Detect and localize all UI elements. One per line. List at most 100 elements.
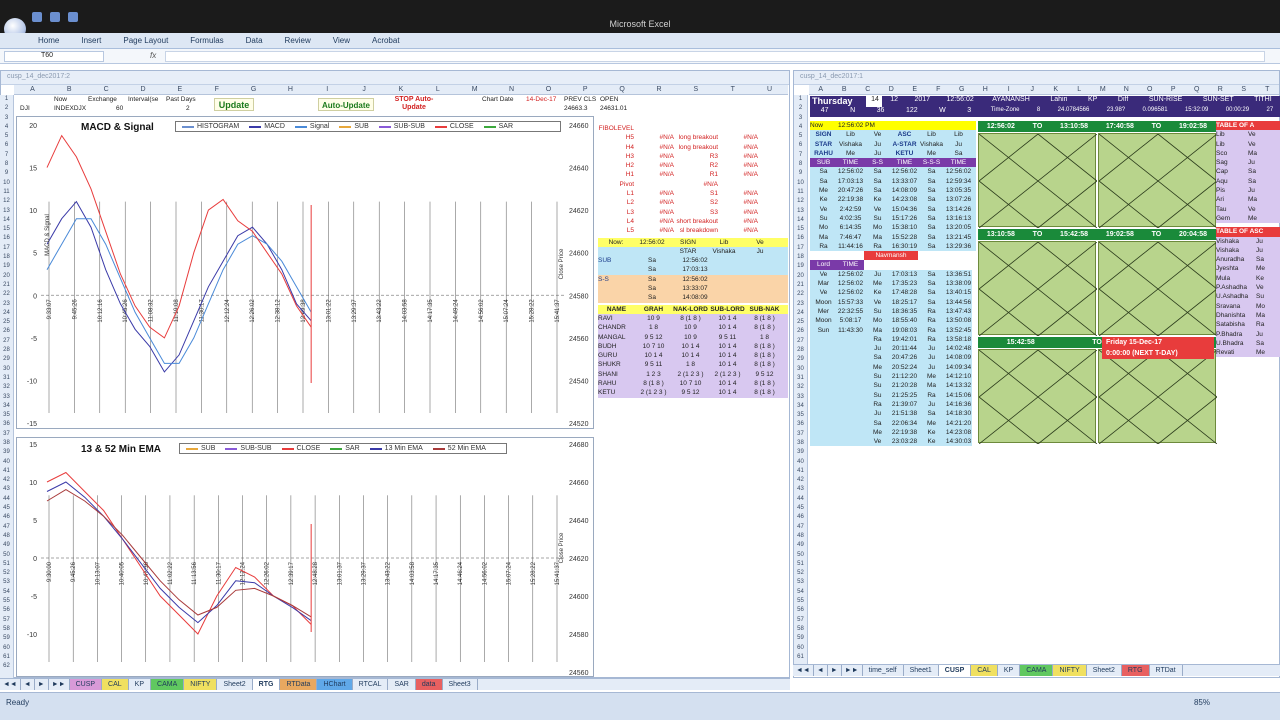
row-header[interactable]: 16 <box>0 234 13 243</box>
sub-block-cell[interactable]: 13:07:26 <box>945 195 972 204</box>
column-header[interactable]: K <box>1044 86 1068 93</box>
pivot-desc[interactable] <box>674 124 718 133</box>
asc-lord[interactable]: Sa <box>1248 177 1280 186</box>
lord-cell[interactable]: Ju <box>864 344 891 354</box>
row-header[interactable]: 13 <box>794 207 807 216</box>
column-header[interactable]: F <box>927 86 951 93</box>
asc-lord[interactable]: Ve <box>1248 140 1280 149</box>
sub-block-cell[interactable]: 11:44:16 <box>837 242 864 251</box>
sub-block-cell[interactable]: 13:20:05 <box>945 223 972 232</box>
sub-block-cell[interactable]: 14:08:09 <box>891 186 918 195</box>
now-cell[interactable]: Lib <box>706 238 742 247</box>
row-header[interactable]: 23 <box>794 300 807 309</box>
column-header[interactable]: L <box>1068 86 1092 93</box>
row-header[interactable]: 25 <box>0 318 13 327</box>
kundli-chart[interactable] <box>1098 133 1217 228</box>
sheet-nav-arrow[interactable]: ► <box>828 665 842 676</box>
row-header[interactable]: 10 <box>794 179 807 188</box>
lord-cell[interactable] <box>837 344 864 354</box>
sub-block-cell[interactable]: 12:56:02 <box>891 167 918 176</box>
sub-block-cell[interactable]: 6:14:35 <box>837 223 864 232</box>
row-header[interactable]: 58 <box>0 625 13 634</box>
sub-block-cell[interactable]: 15:52:28 <box>891 233 918 242</box>
row-header[interactable]: 3 <box>794 114 807 123</box>
planet-value[interactable]: 10 1 4 <box>672 342 709 351</box>
asc-star-lord[interactable]: Ju <box>1256 330 1280 339</box>
lord-cell[interactable]: 14:13:32 <box>945 381 972 391</box>
planet-name[interactable]: RAHU <box>598 379 635 388</box>
planet-value[interactable]: 10 1 4 <box>709 342 746 351</box>
planet-value[interactable]: 8 (1 8 ) <box>746 379 783 388</box>
row-header[interactable]: 45 <box>794 504 807 513</box>
sub-block-cell[interactable]: Sa <box>918 205 945 214</box>
lord-cell[interactable] <box>837 334 864 345</box>
lord-cell[interactable]: 20:47:26 <box>891 353 918 363</box>
lord-cell[interactable] <box>837 437 864 447</box>
lord-cell[interactable]: Mo <box>864 316 891 326</box>
pivot-value[interactable] <box>634 124 674 133</box>
sheet-tab-rtg[interactable]: RTG <box>252 679 281 690</box>
row-header[interactable]: 16 <box>794 234 807 243</box>
row-header[interactable]: 13 <box>0 207 13 216</box>
sub-block-cell[interactable]: 13:16:13 <box>945 214 972 223</box>
sheet-tab-cama[interactable]: CAMA <box>151 679 185 690</box>
column-header[interactable]: R <box>641 86 678 93</box>
sub-block-cell[interactable]: Sa <box>918 167 945 176</box>
row-header[interactable]: 30 <box>0 365 13 374</box>
sub-block-cell[interactable]: 12:56:02 <box>945 167 972 176</box>
pivot-value[interactable]: #N/A <box>634 170 674 179</box>
ribbon-tab-review[interactable]: Review <box>285 36 311 45</box>
row-header[interactable]: 31 <box>794 374 807 383</box>
sheet-tab-nifty[interactable]: NIFTY <box>184 679 218 690</box>
planet-value[interactable]: 1 8 <box>746 333 783 342</box>
row-header[interactable]: 30 <box>794 365 807 374</box>
sheet-tab-sheet2[interactable]: Sheet2 <box>1086 665 1122 676</box>
stop-auto-update-button[interactable]: STOP Auto-Update <box>390 96 438 112</box>
row-header[interactable]: 53 <box>0 578 13 587</box>
planet-value[interactable]: 1 8 <box>635 323 672 332</box>
column-header[interactable]: L <box>419 86 456 93</box>
column-header[interactable]: O <box>1138 86 1162 93</box>
column-header[interactable]: E <box>161 86 198 93</box>
macd-chart[interactable]: MACD & Signal HISTOGRAM MACD Signal SUB SUB-… <box>16 116 594 429</box>
sub-block-cell[interactable]: 13:33:07 <box>891 177 918 186</box>
planet-value[interactable]: 8 (1 8 ) <box>672 314 709 323</box>
row-header[interactable]: 48 <box>794 532 807 541</box>
row-header[interactable]: 55 <box>0 597 13 606</box>
lord-cell[interactable] <box>810 437 837 447</box>
lord-cell[interactable]: 13:58:18 <box>945 334 972 345</box>
asc-lord[interactable]: Ve <box>1248 205 1280 214</box>
row-header[interactable]: 44 <box>0 495 13 504</box>
row-header[interactable]: 2 <box>794 104 807 113</box>
asc-star-lord[interactable]: Sa <box>1256 339 1280 348</box>
lord-cell[interactable]: Su <box>864 390 891 400</box>
tz-num[interactable]: 8 <box>1037 107 1040 117</box>
sub-block-cell[interactable]: 15:17:26 <box>891 214 918 223</box>
row-header[interactable]: 22 <box>0 290 13 299</box>
row-header[interactable]: 21 <box>794 281 807 290</box>
planet-value[interactable]: 8 (1 8 ) <box>635 379 672 388</box>
lord-cell[interactable]: 14:21:20 <box>945 418 972 428</box>
pivot-value2[interactable]: #N/A <box>718 217 758 226</box>
asc-sign[interactable]: Gem <box>1216 214 1248 223</box>
pivot-value2[interactable]: #N/A <box>718 170 758 179</box>
lord-cell[interactable]: 17:03:13 <box>891 269 918 280</box>
sub-block-cell[interactable]: Ma <box>810 233 837 242</box>
sub-block-cell[interactable]: Sa <box>864 186 891 195</box>
planet-value[interactable]: 2 (1 2 3 ) <box>672 370 709 379</box>
lord-cell[interactable]: Ju <box>864 269 891 280</box>
sign-cell[interactable]: Ju <box>945 140 972 149</box>
sub-block-cell[interactable]: Su <box>864 214 891 223</box>
asc-lord[interactable]: Ju <box>1248 158 1280 167</box>
sign-cell[interactable]: Lib <box>945 130 972 139</box>
row-header[interactable]: 34 <box>794 402 807 411</box>
sign-cell[interactable]: KETU <box>891 149 918 158</box>
long-cell[interactable]: 122 <box>906 107 918 117</box>
indexdjx-cell[interactable]: INDEXDJX <box>54 105 86 112</box>
row-header[interactable]: 24 <box>794 309 807 318</box>
pivot-value2[interactable]: #N/A <box>718 198 758 207</box>
row-header[interactable]: 20 <box>0 272 13 281</box>
lord-cell[interactable] <box>810 344 837 354</box>
sub-planet[interactable]: Sa <box>634 284 670 293</box>
row-header[interactable]: 50 <box>0 551 13 560</box>
